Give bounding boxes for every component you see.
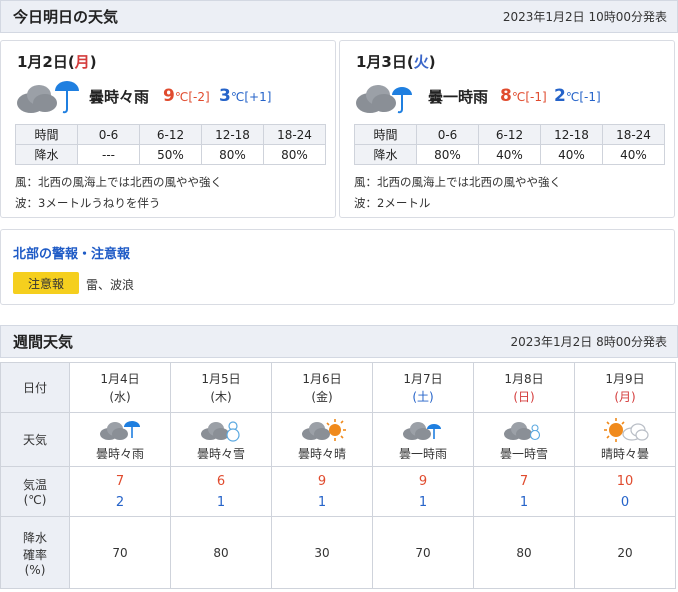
row-label-temp: 気温 (℃) — [0, 466, 70, 517]
sun-cloud-icon — [604, 418, 649, 442]
wind-forecast: 風：北西の風海上では北西の風やや強く — [15, 175, 222, 189]
weekly-date: 1月6日 (金) — [271, 362, 373, 413]
cloud-snowman-icon — [504, 422, 541, 441]
day-condition: 曇一時雨 — [428, 88, 489, 106]
weekly-temp: 91 — [271, 466, 373, 517]
weekly-temp: 71 — [473, 466, 575, 517]
day-high-temp: 8℃[-1] — [500, 86, 547, 106]
day-condition: 曇時々雨 — [89, 88, 150, 106]
rain-probability-table: 時間 0-6 6-12 12-18 18-24 降水 80% 40% 40% 4… — [354, 124, 665, 165]
row-label-weather: 天気 — [0, 412, 70, 467]
cloud-umbrella-icon — [100, 421, 140, 440]
wave-forecast: 波：2メートル — [354, 196, 431, 210]
advisory-text: 雷、波浪 — [86, 278, 135, 292]
warning-title[interactable]: 北部の警報・注意報 — [13, 243, 130, 262]
row-label-date: 日付 — [0, 362, 70, 413]
weekly-weather: 曇時々晴 — [271, 412, 373, 467]
weekly-temp: 61 — [170, 466, 272, 517]
row-label-pop: 降水 確率 (%) — [0, 516, 70, 589]
day-low-temp: 3℃[+1] — [219, 86, 272, 106]
weekly-pop: 30 — [271, 516, 373, 589]
day-date: 1月2日(月) — [17, 53, 97, 71]
rain-probability-table: 時間 0-6 6-12 12-18 18-24 降水 --- 50% 80% 8… — [15, 124, 326, 165]
today-issued-time: 2023年1月2日 10時00分発表 — [502, 10, 667, 24]
wave-forecast: 波：3メートルうねりを伴う — [15, 196, 161, 210]
cloud-sun-icon — [302, 419, 346, 441]
weekly-pop: 80 — [170, 516, 272, 589]
time-label: 時間 — [15, 124, 78, 145]
weekly-date: 1月7日 (土) — [372, 362, 474, 413]
weekly-weather: 曇一時雪 — [473, 412, 575, 467]
advisory-badge: 注意報 — [13, 272, 79, 294]
today-section-header: 今日明日の天気 2023年1月2日 10時00分発表 — [0, 0, 678, 33]
weekly-pop: 70 — [69, 516, 171, 589]
weekly-pop: 80 — [473, 516, 575, 589]
weekly-temp: 91 — [372, 466, 474, 517]
weekly-weather: 晴時々曇 — [574, 412, 676, 467]
cloud-umbrella-icon — [356, 85, 412, 114]
wind-forecast: 風：北西の風海上では北西の風やや強く — [354, 175, 561, 189]
weekly-temp: 72 — [69, 466, 171, 517]
cloud-umbrella-icon — [403, 422, 441, 440]
weekly-date: 1月4日 (水) — [69, 362, 171, 413]
day-low-temp: 2℃[-1] — [554, 86, 601, 106]
weekly-issued-time: 2023年1月2日 8時00分発表 — [510, 335, 667, 349]
rain-label: 降水 — [15, 144, 78, 165]
day-date: 1月3日(火) — [356, 53, 436, 71]
cloud-umbrella-icon — [17, 81, 79, 114]
weekly-weather: 曇一時雨 — [372, 412, 474, 467]
today-section-title: 今日明日の天気 — [13, 8, 119, 26]
weekly-weather: 曇時々雪 — [170, 412, 272, 467]
weekly-date: 1月5日 (木) — [170, 362, 272, 413]
weekly-date: 1月9日 (月) — [574, 362, 676, 413]
time-label: 時間 — [354, 124, 417, 145]
weekly-forecast-table: 日付 1月4日 (水) 1月5日 (木) 1月6日 (金) 1月7日 (土) 1月8日(… — [0, 362, 676, 589]
weekly-weather: 曇時々雨 — [69, 412, 171, 467]
weekly-pop: 70 — [372, 516, 474, 589]
weekly-date: 1月8日 (日) — [473, 362, 575, 413]
cloud-snowman-icon — [201, 421, 240, 442]
day-card-today: 1月2日(月) 曇時々雨 9℃[-2] 3℃[+1] 時間 0-6 6-12 1… — [0, 40, 336, 218]
weekly-pop: 20 — [574, 516, 676, 589]
weekly-section-title: 週間天気 — [13, 333, 74, 351]
rain-label: 降水 — [354, 144, 417, 165]
warning-panel: 北部の警報・注意報 — [0, 229, 675, 305]
day-high-temp: 9℃[-2] — [163, 86, 210, 106]
day-card-tomorrow: 1月3日(火) 曇一時雨 8℃[-1] 2℃[-1] 時間 0-6 6-12 1… — [339, 40, 675, 218]
weekly-temp: 10 0 — [574, 466, 676, 517]
weekly-section-header: 週間天気 2023年1月2日 8時00分発表 — [0, 325, 678, 358]
